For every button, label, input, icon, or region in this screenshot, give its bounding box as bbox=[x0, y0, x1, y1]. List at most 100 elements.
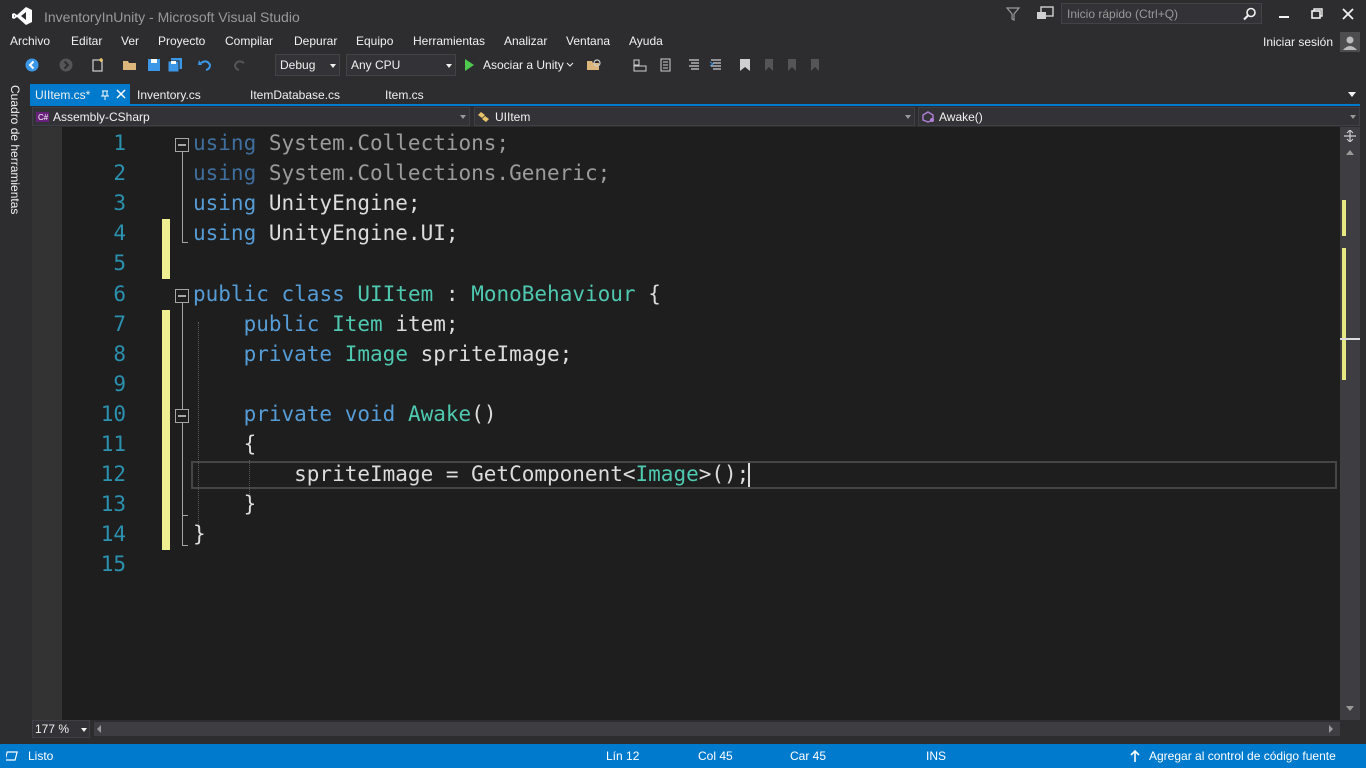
scroll-right-icon[interactable] bbox=[1328, 725, 1334, 733]
code-token: { bbox=[193, 432, 257, 456]
scroll-up-icon[interactable] bbox=[1346, 150, 1354, 155]
previous-bookmark-icon[interactable] bbox=[760, 57, 776, 73]
navigate-forward-icon[interactable] bbox=[58, 57, 74, 73]
bookmark-icon[interactable] bbox=[737, 57, 753, 73]
find-in-files-icon[interactable] bbox=[586, 57, 602, 73]
code-line[interactable]: 15 bbox=[62, 550, 1340, 580]
code-line[interactable]: 2 using System.Collections.Generic; bbox=[62, 159, 1340, 189]
scroll-left-icon[interactable] bbox=[96, 725, 102, 733]
undo-icon[interactable] bbox=[197, 57, 213, 73]
collapse-region-icon[interactable] bbox=[175, 408, 189, 423]
project-dropdown[interactable]: C# Assembly-CSharp bbox=[32, 107, 470, 126]
menu-proyecto[interactable]: Proyecto bbox=[158, 34, 205, 48]
quick-launch-box[interactable] bbox=[1061, 3, 1262, 24]
menu-equipo[interactable]: Equipo bbox=[356, 34, 393, 48]
menu-depurar[interactable]: Depurar bbox=[294, 34, 337, 48]
quick-launch-input[interactable] bbox=[1067, 6, 1237, 22]
redo-icon[interactable] bbox=[232, 57, 248, 73]
menu-editar[interactable]: Editar bbox=[71, 34, 102, 48]
chevron-down-icon[interactable] bbox=[566, 62, 574, 67]
open-folder-icon[interactable] bbox=[122, 57, 138, 73]
code-token: class bbox=[281, 281, 345, 306]
split-window-icon[interactable] bbox=[1344, 130, 1356, 142]
menu-ver[interactable]: Ver bbox=[121, 34, 139, 48]
tab-itemdatabase[interactable]: ItemDatabase.cs bbox=[245, 84, 375, 106]
collapse-region-icon[interactable] bbox=[175, 288, 189, 303]
tab-inventory[interactable]: Inventory.cs bbox=[132, 84, 242, 106]
tab-item[interactable]: Item.cs bbox=[380, 84, 460, 106]
start-debugging-icon[interactable] bbox=[462, 55, 476, 75]
platform-dropdown[interactable]: Any CPU bbox=[346, 54, 456, 76]
notifications-filter-icon[interactable] bbox=[1006, 7, 1020, 21]
code-line[interactable]: 1 using System.Collections; bbox=[62, 129, 1340, 159]
code-line[interactable]: 10 private void Awake() bbox=[62, 399, 1340, 430]
menu-archivo[interactable]: Archivo bbox=[10, 34, 50, 48]
next-bookmark-icon[interactable] bbox=[783, 57, 799, 73]
menu-compilar[interactable]: Compilar bbox=[225, 34, 273, 48]
sign-in-link[interactable]: Iniciar sesión bbox=[1263, 35, 1333, 49]
navigate-back-icon[interactable] bbox=[24, 57, 40, 73]
feedback-icon[interactable] bbox=[1036, 6, 1054, 22]
tab-list-dropdown-icon[interactable] bbox=[1348, 92, 1356, 97]
scroll-down-icon[interactable] bbox=[1346, 706, 1354, 711]
minimize-button[interactable] bbox=[1270, 4, 1298, 24]
code-line[interactable]: 7 public Item item; bbox=[62, 309, 1340, 340]
type-dropdown[interactable]: UIItem bbox=[474, 107, 915, 126]
save-icon[interactable] bbox=[146, 57, 162, 73]
status-char: Car 45 bbox=[790, 749, 827, 763]
code-line[interactable]: 9 bbox=[62, 369, 1340, 400]
menu-ayuda[interactable]: Ayuda bbox=[629, 34, 663, 48]
code-map-icon[interactable] bbox=[656, 57, 672, 73]
code-token: Image bbox=[344, 341, 408, 366]
member-dropdown[interactable]: Awake() bbox=[918, 107, 1360, 126]
tab-uiitem[interactable]: UIItem.cs* bbox=[30, 84, 130, 106]
pin-icon[interactable] bbox=[100, 89, 110, 101]
indicator-margin[interactable] bbox=[32, 127, 62, 720]
code-line[interactable]: 12 spriteImage = GetComponent<Image>(); bbox=[62, 460, 1340, 491]
search-icon[interactable] bbox=[1243, 7, 1257, 21]
code-line[interactable]: 13 } bbox=[62, 490, 1340, 521]
code-token: MonoBehaviour bbox=[471, 281, 636, 306]
close-window-button[interactable] bbox=[1334, 4, 1362, 24]
menu-herramientas[interactable]: Herramientas bbox=[413, 34, 485, 48]
code-token: UIItem bbox=[357, 281, 434, 306]
restore-button[interactable] bbox=[1302, 4, 1330, 24]
add-to-source-control-button[interactable]: Agregar al control de código fuente bbox=[1149, 749, 1336, 763]
code-token: { bbox=[635, 281, 661, 306]
menu-ventana[interactable]: Ventana bbox=[566, 34, 610, 48]
code-line[interactable]: 3 using UnityEngine; bbox=[62, 189, 1340, 219]
close-tab-icon[interactable] bbox=[116, 89, 126, 99]
navigation-bar: C# Assembly-CSharp UIItem Awake() bbox=[32, 106, 1360, 127]
code-line[interactable]: 11 { bbox=[62, 430, 1340, 460]
horizontal-scrollbar[interactable] bbox=[94, 722, 1340, 736]
configuration-dropdown[interactable]: Debug bbox=[275, 54, 340, 76]
user-avatar-icon[interactable] bbox=[1340, 32, 1360, 52]
menu-analizar[interactable]: Analizar bbox=[504, 34, 547, 48]
collapse-region-icon[interactable] bbox=[175, 138, 189, 152]
code-area[interactable]: 1 using System.Collections; 2 using System.… bbox=[62, 127, 1340, 720]
arrow-up-icon[interactable] bbox=[1128, 749, 1142, 763]
new-project-icon[interactable] bbox=[90, 57, 106, 73]
line-number: 10 bbox=[100, 401, 126, 426]
code-line[interactable]: 5 bbox=[62, 249, 1340, 280]
standard-toolbar: Debug Any CPU bbox=[0, 52, 1366, 78]
code-line[interactable]: 8 private Image spriteImage; bbox=[62, 339, 1340, 370]
code-token: private bbox=[243, 401, 333, 426]
save-all-icon[interactable] bbox=[167, 57, 183, 73]
comment-lines-icon[interactable] bbox=[686, 57, 702, 73]
code-line[interactable]: 14} bbox=[62, 520, 1340, 551]
toolbox-tab[interactable]: Cuadro de herramientas bbox=[8, 85, 22, 215]
code-line[interactable]: 6 public class UIItem : MonoBehaviour { bbox=[62, 280, 1340, 310]
unsaved-change-bar bbox=[162, 460, 170, 491]
start-debugging-button[interactable]: Asociar a Unity bbox=[483, 58, 564, 72]
code-token: UnityEngine; bbox=[256, 191, 421, 216]
method-icon bbox=[922, 111, 934, 123]
uncomment-lines-icon[interactable] bbox=[708, 57, 724, 73]
chevron-down-icon bbox=[1350, 115, 1356, 119]
code-line[interactable]: 4 using UnityEngine.UI; bbox=[62, 219, 1340, 250]
clear-bookmarks-icon[interactable] bbox=[806, 57, 822, 73]
toggle-outlining-icon[interactable] bbox=[632, 57, 648, 73]
zoom-dropdown[interactable]: 177 % bbox=[32, 720, 90, 738]
